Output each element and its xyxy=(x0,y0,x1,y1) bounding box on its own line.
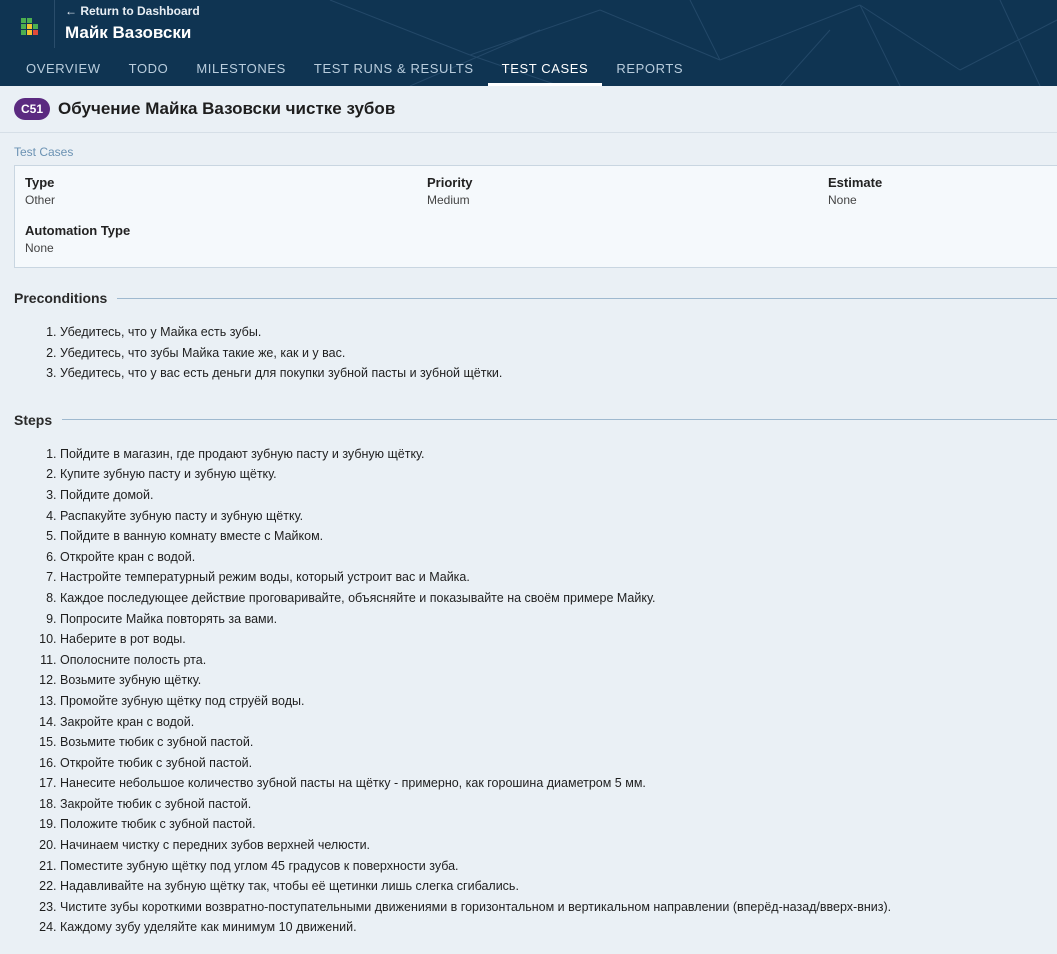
app-logo-icon[interactable] xyxy=(0,0,55,48)
return-to-dashboard-link[interactable]: ← Return to Dashboard xyxy=(65,4,200,18)
list-item: Попросите Майка повторять за вами. xyxy=(60,609,1057,630)
list-item: Закройте тюбик с зубной пастой. xyxy=(60,794,1057,815)
list-item: Купите зубную пасту и зубную щётку. xyxy=(60,464,1057,485)
list-item: Каждое последующее действие проговаривай… xyxy=(60,588,1057,609)
case-title-bar: C51 Обучение Майка Вазовски чистке зубов xyxy=(0,86,1057,133)
list-item: Пойдите в ванную комнату вместе с Майком… xyxy=(60,526,1057,547)
list-item: Откройте кран с водой. xyxy=(60,547,1057,568)
tab-overview[interactable]: OVERVIEW xyxy=(12,58,115,83)
top-header: ← Return to Dashboard Майк Вазовски OVER… xyxy=(0,0,1057,86)
main-nav-tabs: OVERVIEW TODO MILESTONES TEST RUNS & RES… xyxy=(12,58,697,86)
tab-test-cases[interactable]: TEST CASES xyxy=(487,58,603,86)
property-value: None xyxy=(828,193,857,207)
list-item: Промойте зубную щётку под струёй воды. xyxy=(60,691,1057,712)
list-item: Убедитесь, что у Майка есть зубы. xyxy=(60,322,1057,343)
property-priority: Priority Medium xyxy=(427,175,473,207)
property-value: Medium xyxy=(427,193,470,207)
steps-heading: Steps xyxy=(14,412,1057,428)
list-item: Возьмите тюбик с зубной пастой. xyxy=(60,732,1057,753)
list-item: Каждому зубу уделяйте как минимум 10 дви… xyxy=(60,917,1057,938)
property-label: Type xyxy=(25,175,55,190)
list-item: Положите тюбик с зубной пастой. xyxy=(60,814,1057,835)
breadcrumb-test-cases[interactable]: Test Cases xyxy=(0,133,1057,165)
list-item: Чистите зубы короткими возвратно-поступа… xyxy=(60,897,1057,918)
preconditions-heading: Preconditions xyxy=(14,290,1057,306)
list-item: Ополосните полость рта. xyxy=(60,650,1057,671)
section-divider xyxy=(62,419,1057,421)
tab-milestones[interactable]: MILESTONES xyxy=(182,58,300,83)
property-type: Type Other xyxy=(25,175,55,207)
section-title: Steps xyxy=(14,411,53,428)
preconditions-list: Убедитесь, что у Майка есть зубы.Убедите… xyxy=(0,322,1057,384)
list-item: Пойдите в магазин, где продают зубную па… xyxy=(60,444,1057,465)
steps-list: Пойдите в магазин, где продают зубную па… xyxy=(0,444,1057,938)
list-item: Нанесите небольшое количество зубной пас… xyxy=(60,773,1057,794)
property-automation-type: Automation Type None xyxy=(25,223,130,255)
list-item: Распакуйте зубную пасту и зубную щётку. xyxy=(60,506,1057,527)
list-item: Настройте температурный режим воды, кото… xyxy=(60,567,1057,588)
list-item: Поместите зубную щётку под углом 45 град… xyxy=(60,856,1057,877)
case-title: Обучение Майка Вазовски чистке зубов xyxy=(58,99,396,118)
property-label: Estimate xyxy=(828,175,883,190)
property-label: Automation Type xyxy=(25,223,131,238)
list-item: Закройте кран с водой. xyxy=(60,712,1057,733)
property-value: Other xyxy=(25,193,56,207)
list-item: Возьмите зубную щётку. xyxy=(60,670,1057,691)
list-item: Убедитесь, что зубы Майка такие же, как … xyxy=(60,343,1057,364)
list-item: Пойдите домой. xyxy=(60,485,1057,506)
property-value: None xyxy=(25,241,54,255)
section-title: Preconditions xyxy=(14,290,108,306)
list-item: Наберите в рот воды. xyxy=(60,629,1057,650)
list-item: Начинаем чистку с передних зубов верхней… xyxy=(60,835,1057,856)
tab-todo[interactable]: TODO xyxy=(115,58,183,83)
list-item: Откройте тюбик с зубной пастой. xyxy=(60,753,1057,774)
case-id-badge: C51 xyxy=(14,98,51,120)
list-item: Убедитесь, что у вас есть деньги для пок… xyxy=(60,363,1057,384)
tab-reports[interactable]: REPORTS xyxy=(602,58,697,83)
project-title: Майк Вазовски xyxy=(65,23,192,42)
section-divider xyxy=(117,297,1057,299)
property-label: Priority xyxy=(427,175,473,190)
case-properties-panel: Type Other Priority Medium Estimate None… xyxy=(14,165,1057,268)
list-item: Надавливайте на зубную щётку так, чтобы … xyxy=(60,876,1057,897)
property-estimate: Estimate None xyxy=(828,175,882,207)
tab-test-runs-results[interactable]: TEST RUNS & RESULTS xyxy=(300,58,488,83)
